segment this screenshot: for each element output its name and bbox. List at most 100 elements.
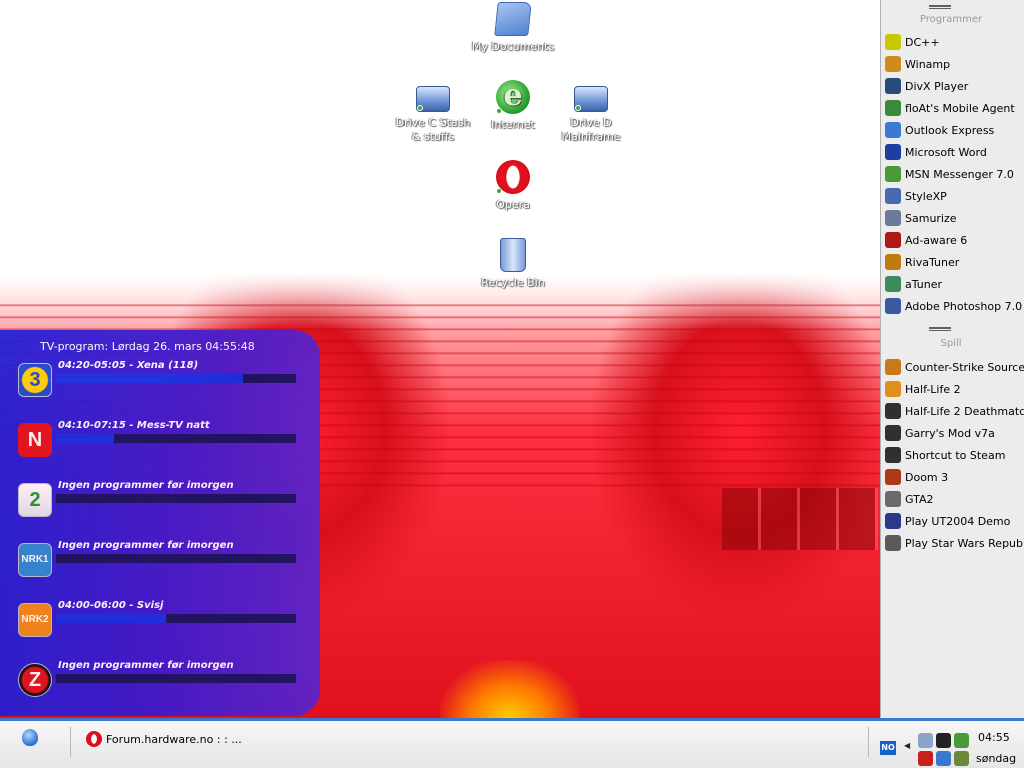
desktop-icon-recycle-bin[interactable]: Recycle Bin xyxy=(468,238,558,290)
folder-icon xyxy=(494,2,532,36)
tv-channel-row[interactable]: NRK1 Ingen programmer før imorgen xyxy=(18,540,298,590)
launcher-item[interactable]: DivX Player xyxy=(885,76,1024,96)
tv-progress-bar xyxy=(56,434,296,443)
launcher-item-label: MSN Messenger 7.0 xyxy=(905,167,1014,181)
tv-program-text: Ingen programmer før imorgen xyxy=(58,660,234,671)
launcher-item-label: DC++ xyxy=(905,35,940,49)
tv-program-text: 04:00-06:00 - Svisj xyxy=(58,600,164,611)
tv-program-widget: TV-program: Lørdag 26. mars 04:55:48 3 0… xyxy=(0,330,320,716)
start-button[interactable] xyxy=(22,729,40,749)
taskbar-task-forum[interactable]: Forum.hardware.no : : ... xyxy=(86,729,242,749)
language-indicator[interactable]: NO xyxy=(880,741,896,755)
nrk1-logo: NRK1 xyxy=(18,543,52,577)
opera-icon xyxy=(86,731,102,747)
launcher-item[interactable]: Shortcut to Steam xyxy=(885,445,1024,465)
star-wars-icon xyxy=(885,535,901,551)
dcpp-icon xyxy=(885,34,901,50)
desktop-icon-internet[interactable]: Internet xyxy=(468,78,558,132)
task-label: Forum.hardware.no : : ... xyxy=(106,732,242,746)
launcher-item[interactable]: Winamp xyxy=(885,54,1024,74)
tv-channel-row[interactable]: NRK2 04:00-06:00 - Svisj xyxy=(18,600,298,650)
launcher-item[interactable]: Garry's Mod v7a xyxy=(885,423,1024,443)
desktop-icon-label: Drive C Stash & stuffs xyxy=(395,116,471,143)
tv-channel-row[interactable]: Z Ingen programmer før imorgen xyxy=(18,660,298,710)
tv-program-text: 04:10-07:15 - Mess-TV natt xyxy=(58,420,210,431)
msn-tray-icon[interactable] xyxy=(954,733,969,748)
nrk2-logo: NRK2 xyxy=(18,603,52,637)
tv-program-title: TV-program: Lørdag 26. mars 04:55:48 xyxy=(40,340,255,353)
taskbar: Forum.hardware.no : : ... NO ◀ 04:55 søn… xyxy=(0,718,1024,768)
launcher-item[interactable]: Ad-aware 6 xyxy=(885,230,1024,250)
desktop-icon-label: Internet xyxy=(491,118,535,131)
apple-icon xyxy=(22,729,38,746)
samurize-icon xyxy=(885,210,901,226)
samurize-tray-icon[interactable] xyxy=(918,733,933,748)
launcher-item[interactable]: GTA2 xyxy=(885,489,1024,509)
launcher-item-label: Outlook Express xyxy=(905,123,995,137)
desktop-icon-drive-d[interactable]: Drive D Mainframe xyxy=(546,80,636,144)
desktop-icon-label: My Documents xyxy=(471,40,555,53)
tv-channel-row[interactable]: 3 04:20-05:05 - Xena (118) xyxy=(18,360,298,410)
sidebar-grip[interactable] xyxy=(929,5,951,9)
winamp-icon xyxy=(885,56,901,72)
launcher-item-label: Adobe Photoshop 7.0 xyxy=(905,299,1023,313)
launcher-item[interactable]: RivaTuner xyxy=(885,252,1024,272)
desktop-icon-opera[interactable]: Opera xyxy=(468,160,558,212)
launcher-item[interactable]: Half-Life 2 xyxy=(885,379,1024,399)
recycle-bin-icon xyxy=(500,238,526,272)
volume-tray-icon[interactable] xyxy=(954,751,969,766)
sidebar-grip[interactable] xyxy=(929,327,951,331)
launcher-item[interactable]: MSN Messenger 7.0 xyxy=(885,164,1024,184)
launcher-item[interactable]: Microsoft Word xyxy=(885,142,1024,162)
half-life-icon xyxy=(885,381,901,397)
zebra-logo: Z xyxy=(18,663,52,697)
launcher-item-label: Play Star Wars Republic xyxy=(905,536,1024,550)
taskbar-divider xyxy=(70,727,71,757)
drive-icon xyxy=(574,86,608,112)
launcher-item[interactable]: Play Star Wars Republic xyxy=(885,533,1024,553)
launcher-item[interactable]: Counter-Strike Source xyxy=(885,357,1024,377)
tv-program-text: 04:20-05:05 - Xena (118) xyxy=(58,360,199,371)
desktop-icon-label: Opera xyxy=(496,198,530,211)
launcher-item-label: DivX Player xyxy=(905,79,969,93)
launcher-item[interactable]: Half-Life 2 Deathmatch xyxy=(885,401,1024,421)
desktop-icon-my-documents[interactable]: My Documents xyxy=(468,2,558,54)
network-tray-icon[interactable] xyxy=(936,751,951,766)
launcher-item-label: Ad-aware 6 xyxy=(905,233,968,247)
launcher-item[interactable]: Samurize xyxy=(885,208,1024,228)
tv-progress-fill xyxy=(56,374,244,383)
taskbar-divider xyxy=(868,727,869,757)
tv-progress-bar xyxy=(56,674,296,683)
tv-channel-row[interactable]: N 04:10-07:15 - Mess-TV natt xyxy=(18,420,298,470)
launcher-item[interactable]: Doom 3 xyxy=(885,467,1024,487)
launcher-item[interactable]: Adobe Photoshop 7.0 xyxy=(885,296,1024,316)
clock-day: søndag xyxy=(976,752,1017,765)
launcher-item[interactable]: Play UT2004 Demo xyxy=(885,511,1024,531)
launcher-item-label: Microsoft Word xyxy=(905,145,987,159)
launcher-item[interactable]: Outlook Express xyxy=(885,120,1024,140)
steam-tray-icon[interactable] xyxy=(936,733,951,748)
programs-heading: Programmer xyxy=(919,14,983,25)
launcher-item-label: GTA2 xyxy=(905,492,934,506)
launcher-item[interactable]: floAt's Mobile Agent xyxy=(885,98,1024,118)
divx-icon xyxy=(885,78,901,94)
launcher-item[interactable]: StyleXP xyxy=(885,186,1024,206)
launcher-item-label: Shortcut to Steam xyxy=(905,448,1006,462)
launcher-item-label: StyleXP xyxy=(905,189,947,203)
ad-aware-icon xyxy=(885,232,901,248)
tv-progress-bar xyxy=(56,614,296,623)
launcher-item-label: Garry's Mod v7a xyxy=(905,426,995,440)
clock-time[interactable]: 04:55 xyxy=(978,731,1010,744)
launcher-item[interactable]: aTuner xyxy=(885,274,1024,294)
outlook-express-icon xyxy=(885,122,901,138)
zonealarm-tray-icon[interactable] xyxy=(918,751,933,766)
desktop-icon-drive-c[interactable]: Drive C Stash & stuffs xyxy=(388,80,478,144)
internet-explorer-icon xyxy=(496,78,530,114)
chevron-left-icon[interactable]: ◀ xyxy=(904,741,910,750)
tv-progress-fill xyxy=(56,614,167,623)
atuner-icon xyxy=(885,276,901,292)
shortcut-arrow-icon xyxy=(575,105,581,111)
launcher-item-label: floAt's Mobile Agent xyxy=(905,101,1015,115)
launcher-item[interactable]: DC++ xyxy=(885,32,1024,52)
tv-channel-row[interactable]: 2 Ingen programmer før imorgen xyxy=(18,480,298,530)
